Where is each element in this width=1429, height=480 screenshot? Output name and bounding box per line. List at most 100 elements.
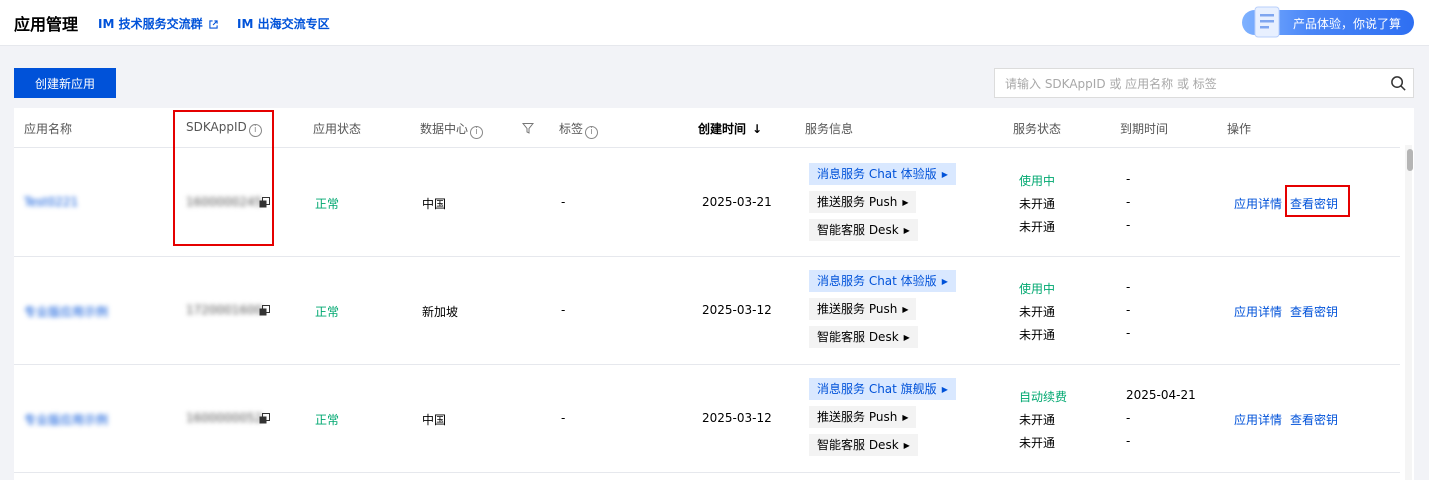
service-chat-label: 消息服务 Chat 体验版 (817, 167, 937, 181)
table-header: 应用名称 SDKAppID i 应用状态 数据中心 i 标签 i 创建时间 ↓ 服务信息… (14, 108, 1400, 148)
caret-right-icon: ▶ (902, 413, 909, 422)
search-box (994, 68, 1414, 98)
push-expire-date: - (1126, 411, 1131, 425)
app-status: 正常 (315, 197, 340, 211)
column-sdkappid: SDKAppID i (186, 120, 262, 137)
info-icon[interactable]: i (248, 124, 262, 137)
app-status: 正常 (315, 305, 340, 319)
desk-expire-date: - (1126, 434, 1131, 448)
copy-icon[interactable] (259, 305, 270, 316)
sdkappid-value: 1600000245 (186, 195, 263, 209)
create-app-button[interactable]: 创建新应用 (14, 68, 116, 98)
service-chat-tag[interactable]: 消息服务 Chat 体验版 ▶ (809, 163, 956, 185)
column-datacenter: 数据中心 i (420, 120, 484, 139)
view-secret-link[interactable]: 查看密钥 (1290, 411, 1338, 428)
chat-service-status: 使用中 (1019, 174, 1056, 188)
service-chat-tag[interactable]: 消息服务 Chat 体验版 ▶ (809, 270, 956, 292)
im-overseas-link[interactable]: IM 出海交流专区 (237, 15, 330, 32)
copy-icon[interactable] (259, 197, 270, 208)
app-table: 应用名称 SDKAppID i 应用状态 数据中心 i 标签 i 创建时间 ↓ 服务信息… (14, 108, 1414, 480)
scrollbar-track[interactable] (1405, 145, 1412, 480)
sort-down-icon: ↓ (752, 122, 763, 136)
column-service-info: 服务信息 (805, 122, 854, 136)
service-push-label: 推送服务 Push (817, 302, 898, 316)
tags-value: - (561, 303, 566, 317)
app-detail-link[interactable]: 应用详情 (1234, 303, 1282, 320)
column-datacenter-label: 数据中心 (420, 122, 469, 136)
sdkappid-value: 1720001600 (186, 303, 263, 317)
app-detail-link[interactable]: 应用详情 (1234, 411, 1282, 428)
app-name-link[interactable]: 专业版应用示例 (24, 303, 108, 320)
service-desk-tag[interactable]: 智能客服 Desk ▶ (809, 326, 918, 348)
im-tech-group-link[interactable]: IM 技术服务交流群 (98, 15, 218, 32)
page-title: 应用管理 (14, 15, 79, 34)
column-sdkappid-label: SDKAppID (186, 120, 247, 134)
desk-service-status: 未开通 (1019, 328, 1056, 342)
search-input[interactable] (1005, 75, 1375, 93)
caret-right-icon: ▶ (903, 226, 910, 235)
column-tags: 标签 i (559, 120, 599, 139)
table-row: 专业版应用示例 1600000052 正常 中国 - 2025-03-12 消息… (14, 365, 1400, 473)
app-name-link[interactable]: Test0221 (24, 195, 78, 209)
table-row: Test0221 1600000245 正常 中国 - 2025-03-21 消… (14, 149, 1400, 257)
chat-service-status: 使用中 (1019, 282, 1056, 296)
view-secret-link[interactable]: 查看密钥 (1290, 303, 1338, 320)
feedback-button[interactable]: 产品体验，你说了算 (1242, 6, 1414, 38)
created-date: 2025-03-12 (702, 303, 772, 317)
service-desk-tag[interactable]: 智能客服 Desk ▶ (809, 434, 918, 456)
app-detail-link[interactable]: 应用详情 (1234, 195, 1282, 212)
caret-right-icon: ▶ (902, 198, 909, 207)
service-chat-label: 消息服务 Chat 旗舰版 (817, 382, 937, 396)
push-expire-date: - (1126, 195, 1131, 209)
view-secret-link[interactable]: 查看密钥 (1290, 195, 1338, 212)
caret-right-icon: ▶ (903, 333, 910, 342)
document-icon (1254, 6, 1280, 38)
info-icon[interactable]: i (470, 126, 484, 139)
caret-right-icon: ▶ (902, 305, 909, 314)
datacenter-value: 中国 (422, 413, 447, 427)
desk-service-status: 未开通 (1019, 220, 1056, 234)
caret-right-icon: ▶ (941, 277, 948, 286)
desk-expire-date: - (1126, 218, 1131, 232)
caret-right-icon: ▶ (941, 170, 948, 179)
chat-service-status: 自动续费 (1019, 390, 1068, 404)
chat-expire-date: 2025-04-21 (1126, 388, 1196, 402)
column-tags-label: 标签 (559, 122, 584, 136)
top-bar: 应用管理 IM 技术服务交流群 IM 出海交流专区 产品体验，你说了算 (0, 0, 1429, 46)
scrollbar-thumb[interactable] (1407, 149, 1413, 171)
datacenter-value: 新加坡 (422, 305, 459, 319)
feedback-label: 产品体验，你说了算 (1293, 17, 1402, 31)
table-row: 专业版应用示例 1720001600 正常 新加坡 - 2025-03-12 消… (14, 257, 1400, 365)
filter-icon[interactable] (522, 122, 534, 134)
app-name-link[interactable]: 专业版应用示例 (24, 411, 108, 428)
tags-value: - (561, 411, 566, 425)
column-created-time[interactable]: 创建时间 ↓ (698, 120, 762, 137)
service-chat-label: 消息服务 Chat 体验版 (817, 274, 937, 288)
service-push-tag[interactable]: 推送服务 Push ▶ (809, 191, 917, 213)
info-icon[interactable]: i (585, 126, 599, 139)
service-desk-tag[interactable]: 智能客服 Desk ▶ (809, 219, 918, 241)
im-tech-group-link-label: IM 技术服务交流群 (98, 17, 203, 31)
push-service-status: 未开通 (1019, 197, 1056, 211)
column-expire: 到期时间 (1120, 122, 1169, 136)
desk-expire-date: - (1126, 326, 1131, 340)
service-chat-tag[interactable]: 消息服务 Chat 旗舰版 ▶ (809, 378, 956, 400)
created-date: 2025-03-21 (702, 195, 772, 209)
content-area: 创建新应用 应用名称 SDKAppIDi 应用状态 数据中心i 标签i 创建时间… (0, 47, 1429, 480)
tags-value: - (561, 195, 566, 209)
caret-right-icon: ▶ (903, 441, 910, 450)
caret-right-icon: ▶ (941, 385, 948, 394)
column-service-status: 服务状态 (1013, 122, 1062, 136)
service-push-tag[interactable]: 推送服务 Push ▶ (809, 406, 917, 428)
copy-icon[interactable] (259, 413, 270, 424)
service-desk-label: 智能客服 Desk (817, 438, 899, 452)
search-icon[interactable] (1390, 75, 1407, 92)
service-push-tag[interactable]: 推送服务 Push ▶ (809, 298, 917, 320)
sdkappid-value: 1600000052 (186, 411, 263, 425)
desk-service-status: 未开通 (1019, 436, 1056, 450)
column-app-name: 应用名称 (24, 122, 73, 136)
column-actions: 操作 (1227, 122, 1252, 136)
chat-expire-date: - (1126, 172, 1131, 186)
column-app-status: 应用状态 (313, 122, 362, 136)
app-status: 正常 (315, 413, 340, 427)
